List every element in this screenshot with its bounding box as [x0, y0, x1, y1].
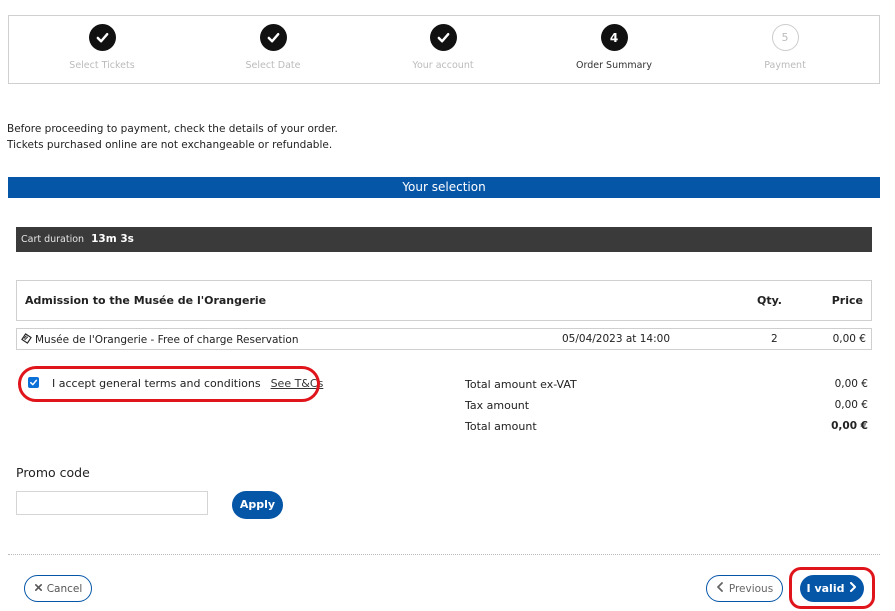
total-amount-label: Total amount	[465, 420, 537, 433]
apply-promo-button[interactable]: Apply	[232, 491, 283, 519]
step-order-summary: 4 Order Summary	[544, 24, 684, 71]
ticket-name: Musée de l'Orangerie - Free of charge Re…	[35, 334, 299, 346]
table-row: Musée de l'Orangerie - Free of charge Re…	[16, 328, 872, 350]
total-ex-vat-value: 0,00 €	[834, 378, 868, 390]
step-label: Payment	[764, 60, 806, 71]
order-table-header: Admission to the Musée de l'Orangerie Qt…	[16, 280, 872, 321]
ticket-qty: 2	[771, 333, 778, 345]
ticket-icon	[21, 333, 32, 347]
divider	[8, 554, 880, 555]
step-label: Your account	[412, 60, 474, 71]
cancel-label: Cancel	[46, 582, 83, 595]
previous-button[interactable]: Previous	[706, 575, 783, 602]
qty-column-header: Qty.	[757, 294, 782, 307]
tax-amount-label: Tax amount	[465, 399, 530, 412]
tax-amount-row: Tax amount 0,00 €	[465, 399, 868, 420]
step-label: Order Summary	[576, 60, 652, 71]
close-icon	[34, 583, 43, 595]
tax-amount-value: 0,00 €	[834, 399, 868, 411]
step-number-badge: 5	[771, 24, 799, 51]
step-select-tickets[interactable]: Select Tickets	[32, 24, 172, 71]
highlight-annotation-terms	[18, 366, 320, 402]
step-label: Select Tickets	[69, 60, 135, 71]
step-label: Select Date	[245, 60, 301, 71]
ticket-name-cell: Musée de l'Orangerie - Free of charge Re…	[21, 333, 299, 347]
ticket-date: 05/04/2023 at 14:00	[562, 333, 671, 345]
check-icon	[429, 24, 457, 51]
cart-duration-label: Cart duration	[21, 234, 85, 245]
step-payment: 5 Payment	[715, 24, 855, 71]
price-column-header: Price	[831, 294, 863, 307]
highlight-annotation-next	[789, 567, 875, 609]
check-icon	[88, 24, 116, 51]
promo-code-input[interactable]	[16, 491, 208, 515]
promo-code-title: Promo code	[16, 465, 90, 480]
total-ex-vat-row: Total amount ex-VAT 0,00 €	[465, 378, 868, 399]
total-amount-row: Total amount 0,00 €	[465, 420, 868, 441]
previous-label: Previous	[728, 582, 774, 595]
total-ex-vat-label: Total amount ex-VAT	[465, 378, 577, 391]
total-amount-value: 0,00 €	[831, 420, 868, 432]
check-icon	[259, 24, 287, 51]
step-select-date[interactable]: Select Date	[203, 24, 343, 71]
your-selection-header: Your selection	[8, 177, 880, 198]
cart-duration-bar: Cart duration 13m 3s	[16, 227, 872, 252]
intro-line: Tickets purchased online are not exchang…	[7, 139, 333, 151]
order-intro-text: Before proceeding to payment, check the …	[7, 121, 338, 153]
cancel-button[interactable]: Cancel	[24, 575, 92, 602]
ticket-price: 0,00 €	[832, 333, 866, 345]
chevron-left-icon	[716, 582, 724, 595]
cart-duration-value: 13m 3s	[91, 233, 134, 245]
step-number-badge: 4	[600, 24, 628, 51]
intro-line: Before proceeding to payment, check the …	[7, 123, 338, 135]
step-your-account[interactable]: Your account	[373, 24, 513, 71]
checkout-stepper: Select Tickets Select Date Your account …	[8, 15, 880, 84]
product-group-title: Admission to the Musée de l'Orangerie	[25, 294, 267, 307]
order-totals: Total amount ex-VAT 0,00 € Tax amount 0,…	[465, 378, 868, 441]
